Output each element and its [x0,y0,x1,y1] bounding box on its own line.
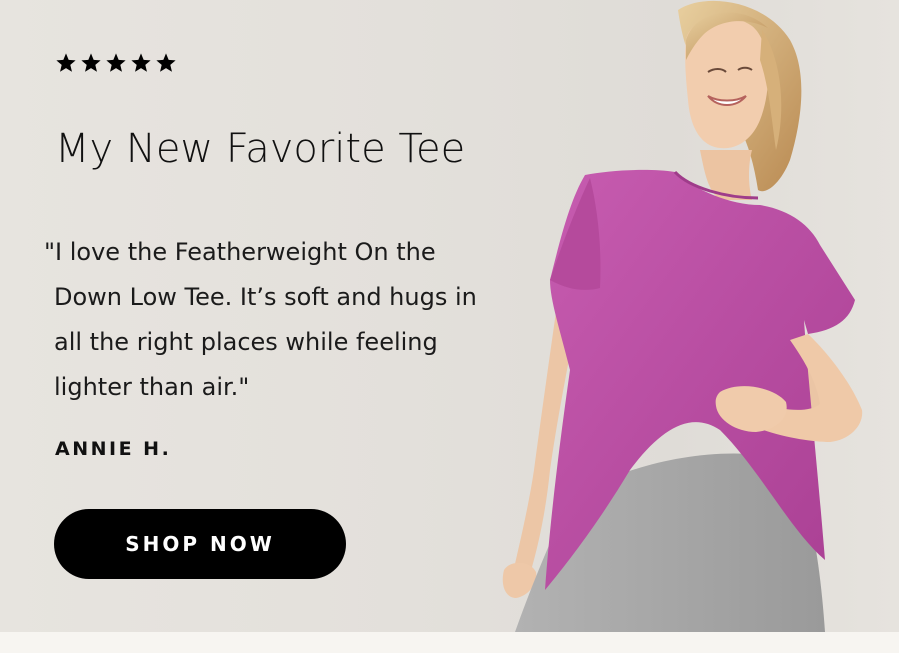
star-icon [156,53,176,72]
shop-now-button[interactable]: SHOP NOW [54,509,346,579]
review-headline: My New Favorite Tee [55,126,466,172]
model-photo [502,0,863,632]
review-author: ANNIE H. [55,438,172,460]
star-icon [81,53,101,72]
star-icon [106,53,126,72]
review-banner: My New Favorite Tee "I love the Featherw… [0,0,899,632]
star-icon [56,53,76,72]
star-rating [55,52,177,74]
star-icon [131,53,151,72]
bottom-strip [0,632,899,653]
review-quote: "I love the Featherweight On the Down Lo… [44,238,477,401]
